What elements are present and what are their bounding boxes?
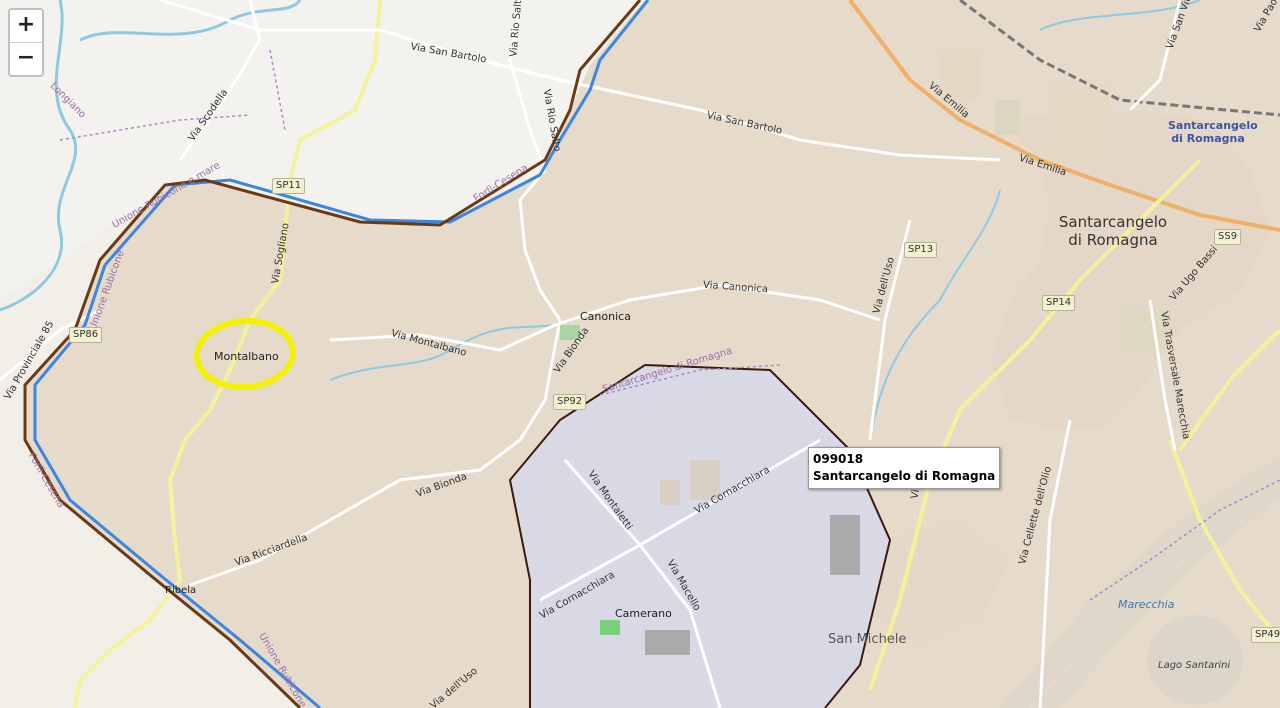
water-label: Marecchia	[1118, 598, 1175, 611]
place-canonica: Canonica	[580, 310, 631, 323]
place-san-michele: San Michele	[828, 632, 907, 647]
tooltip-name: Santarcangelo di Romagna	[813, 469, 996, 483]
zoom-in-button[interactable]: +	[10, 10, 42, 42]
road-shield: SP49	[1251, 627, 1280, 643]
town-santarcangelo-small: Santarcangelo di Romagna	[1168, 119, 1258, 145]
road-shield: SP13	[904, 242, 938, 258]
road-shield: SS9	[1214, 229, 1242, 245]
place-ribela: Ribela	[165, 585, 197, 596]
map-canvas[interactable]: Via San Bartolo Via Scodella Via Rio Sal…	[0, 0, 1280, 708]
zoom-out-button[interactable]: −	[10, 42, 42, 75]
road-shield: SP86	[69, 327, 103, 343]
road-shield: SP92	[553, 394, 587, 410]
map-layer	[0, 0, 1280, 708]
tooltip-code: 099018	[813, 452, 864, 466]
zoom-control: + −	[8, 8, 44, 77]
place-camerano: Camerano	[615, 607, 672, 620]
water-label: Lago Santarini	[1158, 660, 1231, 671]
town-santarcangelo: Santarcangelo di Romagna	[1058, 213, 1168, 249]
place-montalbano: Montalbano	[214, 350, 279, 363]
area-tooltip: 099018 Santarcangelo di Romagna	[808, 447, 1001, 489]
road-shield: SP14	[1042, 295, 1076, 311]
road-shield: SP11	[272, 178, 306, 194]
